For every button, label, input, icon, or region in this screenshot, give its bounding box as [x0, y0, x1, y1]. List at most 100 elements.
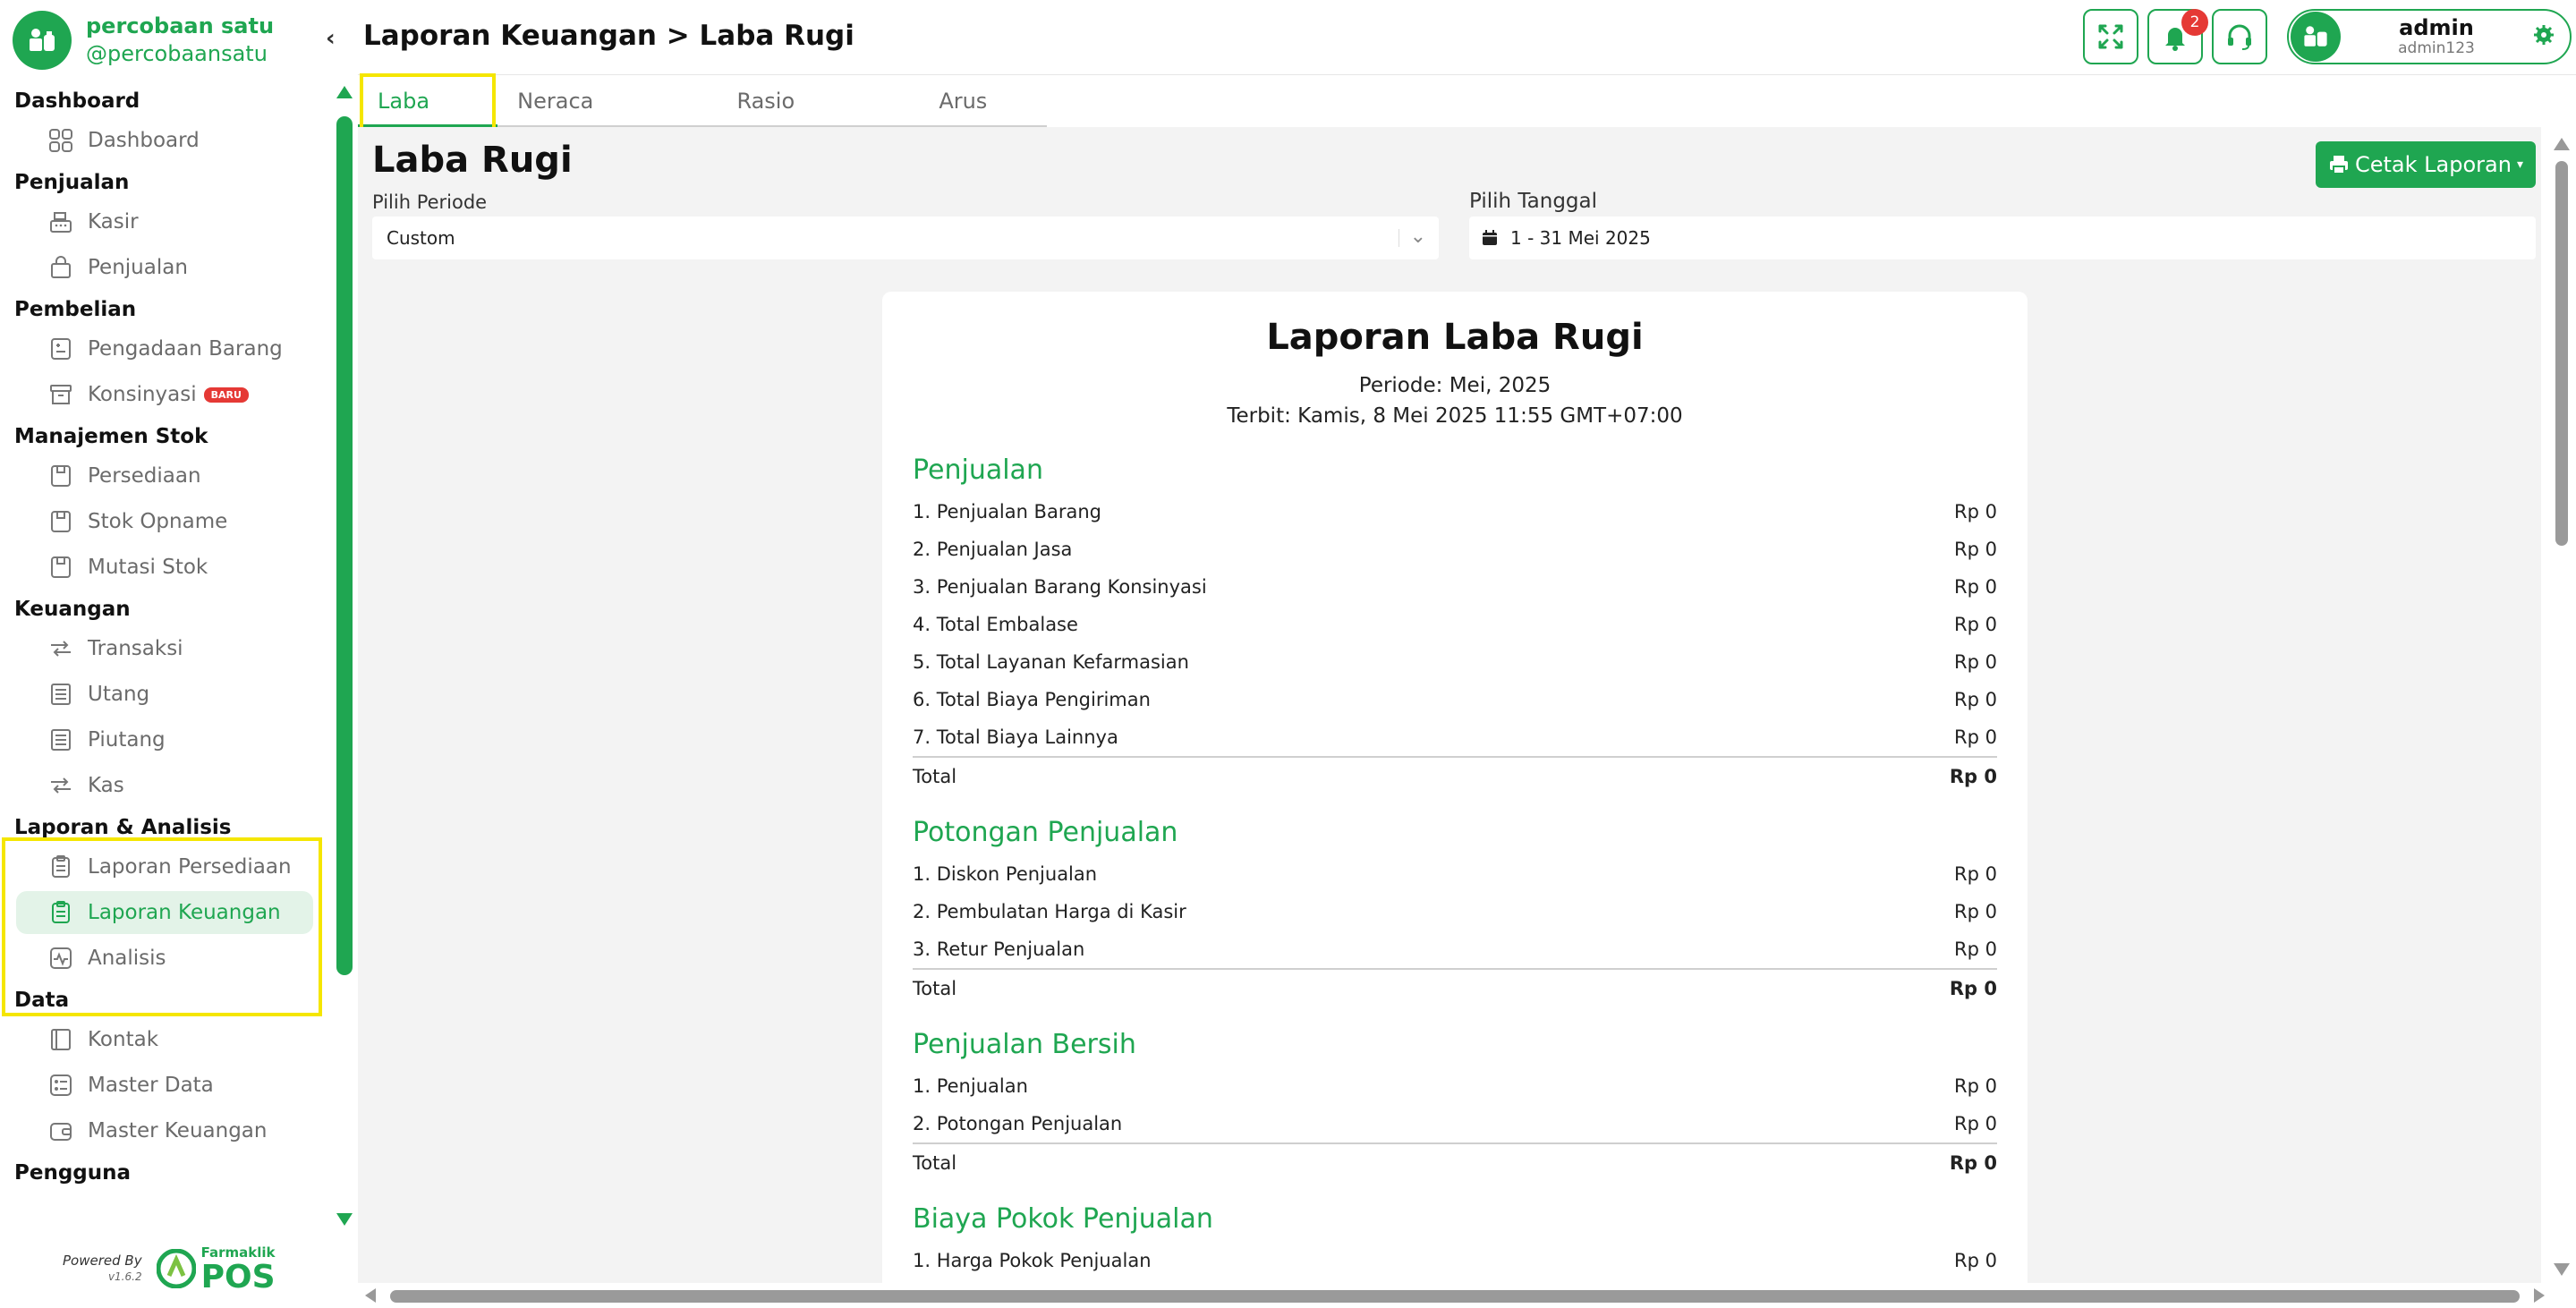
- tab-neraca-keuangan[interactable]: Neraca Keuangan: [497, 75, 717, 166]
- scroll-down-icon[interactable]: [2554, 1263, 2570, 1276]
- report-row-value: Rp 0: [1954, 1250, 1997, 1271]
- scroll-up-icon[interactable]: [2554, 138, 2570, 150]
- sidebar-item-label: Kas: [88, 774, 124, 797]
- report-total-value: Rp 0: [1949, 978, 1997, 999]
- sidebar-item-label: Persediaan: [88, 464, 201, 488]
- sidebar-item-label: Utang: [88, 683, 150, 706]
- report-row: 7. Total Biaya Lainnya Rp 0: [913, 718, 1997, 756]
- shopping-bag-icon: [47, 253, 75, 282]
- report-row: 1. Harga Pokok Penjualan Rp 0: [913, 1242, 1997, 1279]
- sidebar-item-utang[interactable]: Utang: [16, 673, 313, 716]
- date-label: Pilih Tanggal: [1469, 190, 1598, 213]
- report-total-value: Rp 0: [1949, 766, 1997, 787]
- period-label: Pilih Periode: [372, 191, 488, 213]
- sidebar-item-stok-opname[interactable]: Stok Opname: [16, 500, 313, 543]
- sidebar-item-penjualan[interactable]: Penjualan: [16, 246, 313, 289]
- headset-icon: [2228, 24, 2251, 50]
- sidebar-item-label: Penjualan: [88, 256, 188, 279]
- sidebar-item-mutasi-stok[interactable]: Mutasi Stok: [16, 546, 313, 589]
- report-total-row: Total Rp 0: [913, 968, 1997, 1006]
- sidebar-scrollbar[interactable]: [335, 86, 354, 1231]
- farmaklik-icon: [156, 1249, 196, 1288]
- report-row-value: Rp 0: [1954, 651, 1997, 673]
- scroll-thumb[interactable]: [2555, 161, 2568, 546]
- sidebar: percobaan satu @percobaansatu ‹ Dashboar…: [0, 0, 358, 1308]
- date-range-input[interactable]: 1 - 31 Mei 2025: [1469, 217, 2536, 259]
- report-row-label: 4. Total Embalase: [913, 614, 1078, 635]
- archive-box-icon: [47, 380, 75, 409]
- report-row-label: 1. Penjualan: [913, 1075, 1028, 1097]
- settings-gear-icon[interactable]: [2532, 23, 2555, 50]
- fullscreen-icon: [2098, 24, 2123, 49]
- report-total-value: Rp 0: [1949, 1152, 1997, 1174]
- horizontal-scrollbar[interactable]: [358, 1283, 2550, 1308]
- report-period: Periode: Mei, 2025: [1358, 374, 1552, 397]
- report-section-title: Biaya Pokok Penjualan: [913, 1203, 1213, 1235]
- report-row-label: 1. Diskon Penjualan: [913, 863, 1098, 885]
- sidebar-item-pengadaan-barang[interactable]: Pengadaan Barang: [16, 327, 313, 370]
- report-row: 3. Penjualan Barang Konsinyasi Rp 0: [913, 568, 1997, 606]
- print-report-button[interactable]: Cetak Laporan ▾: [2316, 141, 2536, 188]
- sidebar-item-piutang[interactable]: Piutang: [16, 718, 313, 761]
- sidebar-item-dashboard[interactable]: Dashboard: [16, 119, 313, 162]
- sidebar-item-label: Mutasi Stok: [88, 556, 208, 579]
- report-total-row: Total Rp 0: [913, 756, 1997, 794]
- collapse-sidebar-icon[interactable]: ‹: [326, 25, 336, 52]
- powered-by-text: Powered By: [63, 1253, 142, 1269]
- avatar: [2291, 12, 2341, 62]
- report-row-label: 3. Penjualan Barang Konsinyasi: [913, 576, 1207, 598]
- scroll-thumb[interactable]: [336, 116, 353, 975]
- transfer-arrows-icon: [47, 771, 75, 800]
- report-row-label: 1. Harga Pokok Penjualan: [913, 1250, 1152, 1271]
- tab-rasio-keuangan[interactable]: Rasio Keuangan: [717, 75, 919, 166]
- page-scrollbar[interactable]: [2550, 134, 2573, 1281]
- user-menu[interactable]: admin admin123: [2287, 9, 2572, 64]
- sidebar-item-label: Master Data: [88, 1074, 214, 1097]
- report-row-value: Rp 0: [1954, 576, 1997, 598]
- contact-book-icon: [47, 1025, 75, 1054]
- chevron-down-icon: ⌄: [1409, 225, 1426, 248]
- notification-button[interactable]: 2: [2147, 9, 2208, 64]
- scroll-left-icon[interactable]: [365, 1288, 376, 1303]
- sidebar-item-master-data[interactable]: Master Data: [16, 1064, 313, 1107]
- sidebar-section-dashboard: Dashboard: [14, 89, 140, 113]
- report-row: 4. Total Embalase Rp 0: [913, 606, 1997, 643]
- box-icon: [47, 553, 75, 582]
- sidebar-item-kasir[interactable]: Kasir: [16, 200, 313, 243]
- profit-loss-report: Laporan Laba Rugi Periode: Mei, 2025 Ter…: [882, 292, 2028, 1283]
- print-report-label: Cetak Laporan: [2355, 152, 2512, 177]
- report-row-value: Rp 0: [1954, 901, 1997, 922]
- report-row-value: Rp 0: [1954, 863, 1997, 885]
- fullscreen-button[interactable]: [2083, 9, 2138, 64]
- support-button[interactable]: [2212, 9, 2267, 64]
- sidebar-section-penjualan: Penjualan: [14, 171, 130, 194]
- scroll-thumb[interactable]: [390, 1290, 2520, 1303]
- period-select[interactable]: Custom ⌄: [372, 217, 1439, 259]
- sidebar-item-persediaan[interactable]: Persediaan: [16, 454, 313, 497]
- store-icon: [30, 29, 55, 51]
- report-row-label: 2. Pembulatan Harga di Kasir: [913, 901, 1186, 922]
- scroll-up-icon[interactable]: [336, 86, 353, 98]
- tab-arus-kas[interactable]: Arus Kas: [919, 75, 1047, 166]
- sidebar-item-konsinyasi[interactable]: Konsinyasi BARU: [16, 373, 313, 416]
- sidebar-item-kontak[interactable]: Kontak: [16, 1018, 313, 1061]
- report-row-label: 3. Retur Penjualan: [913, 939, 1085, 960]
- scroll-down-icon[interactable]: [336, 1213, 353, 1226]
- sidebar-item-transaksi[interactable]: Transaksi: [16, 627, 313, 670]
- report-row: 1. Penjualan Rp 0: [913, 1067, 1997, 1105]
- procurement-icon: [47, 335, 75, 363]
- database-list-icon: [47, 1071, 75, 1100]
- sidebar-item-master-keuangan[interactable]: Master Keuangan: [16, 1109, 313, 1152]
- notification-badge: 2: [2181, 9, 2208, 36]
- report-row-value: Rp 0: [1954, 1075, 1997, 1097]
- sidebar-item-label: Master Keuangan: [88, 1119, 268, 1142]
- sidebar-item-kas[interactable]: Kas: [16, 764, 313, 807]
- sidebar-section-pengguna: Pengguna: [14, 1161, 132, 1185]
- scroll-right-icon[interactable]: [2534, 1288, 2545, 1303]
- sidebar-section-manajemen-stok: Manajemen Stok: [14, 425, 208, 448]
- store-icon: [2304, 26, 2327, 47]
- sidebar-item-label: Dashboard: [88, 129, 200, 152]
- sidebar-section-pembelian: Pembelian: [14, 298, 137, 321]
- page-title: Laba Rugi: [372, 140, 573, 181]
- period-value: Custom: [387, 227, 455, 249]
